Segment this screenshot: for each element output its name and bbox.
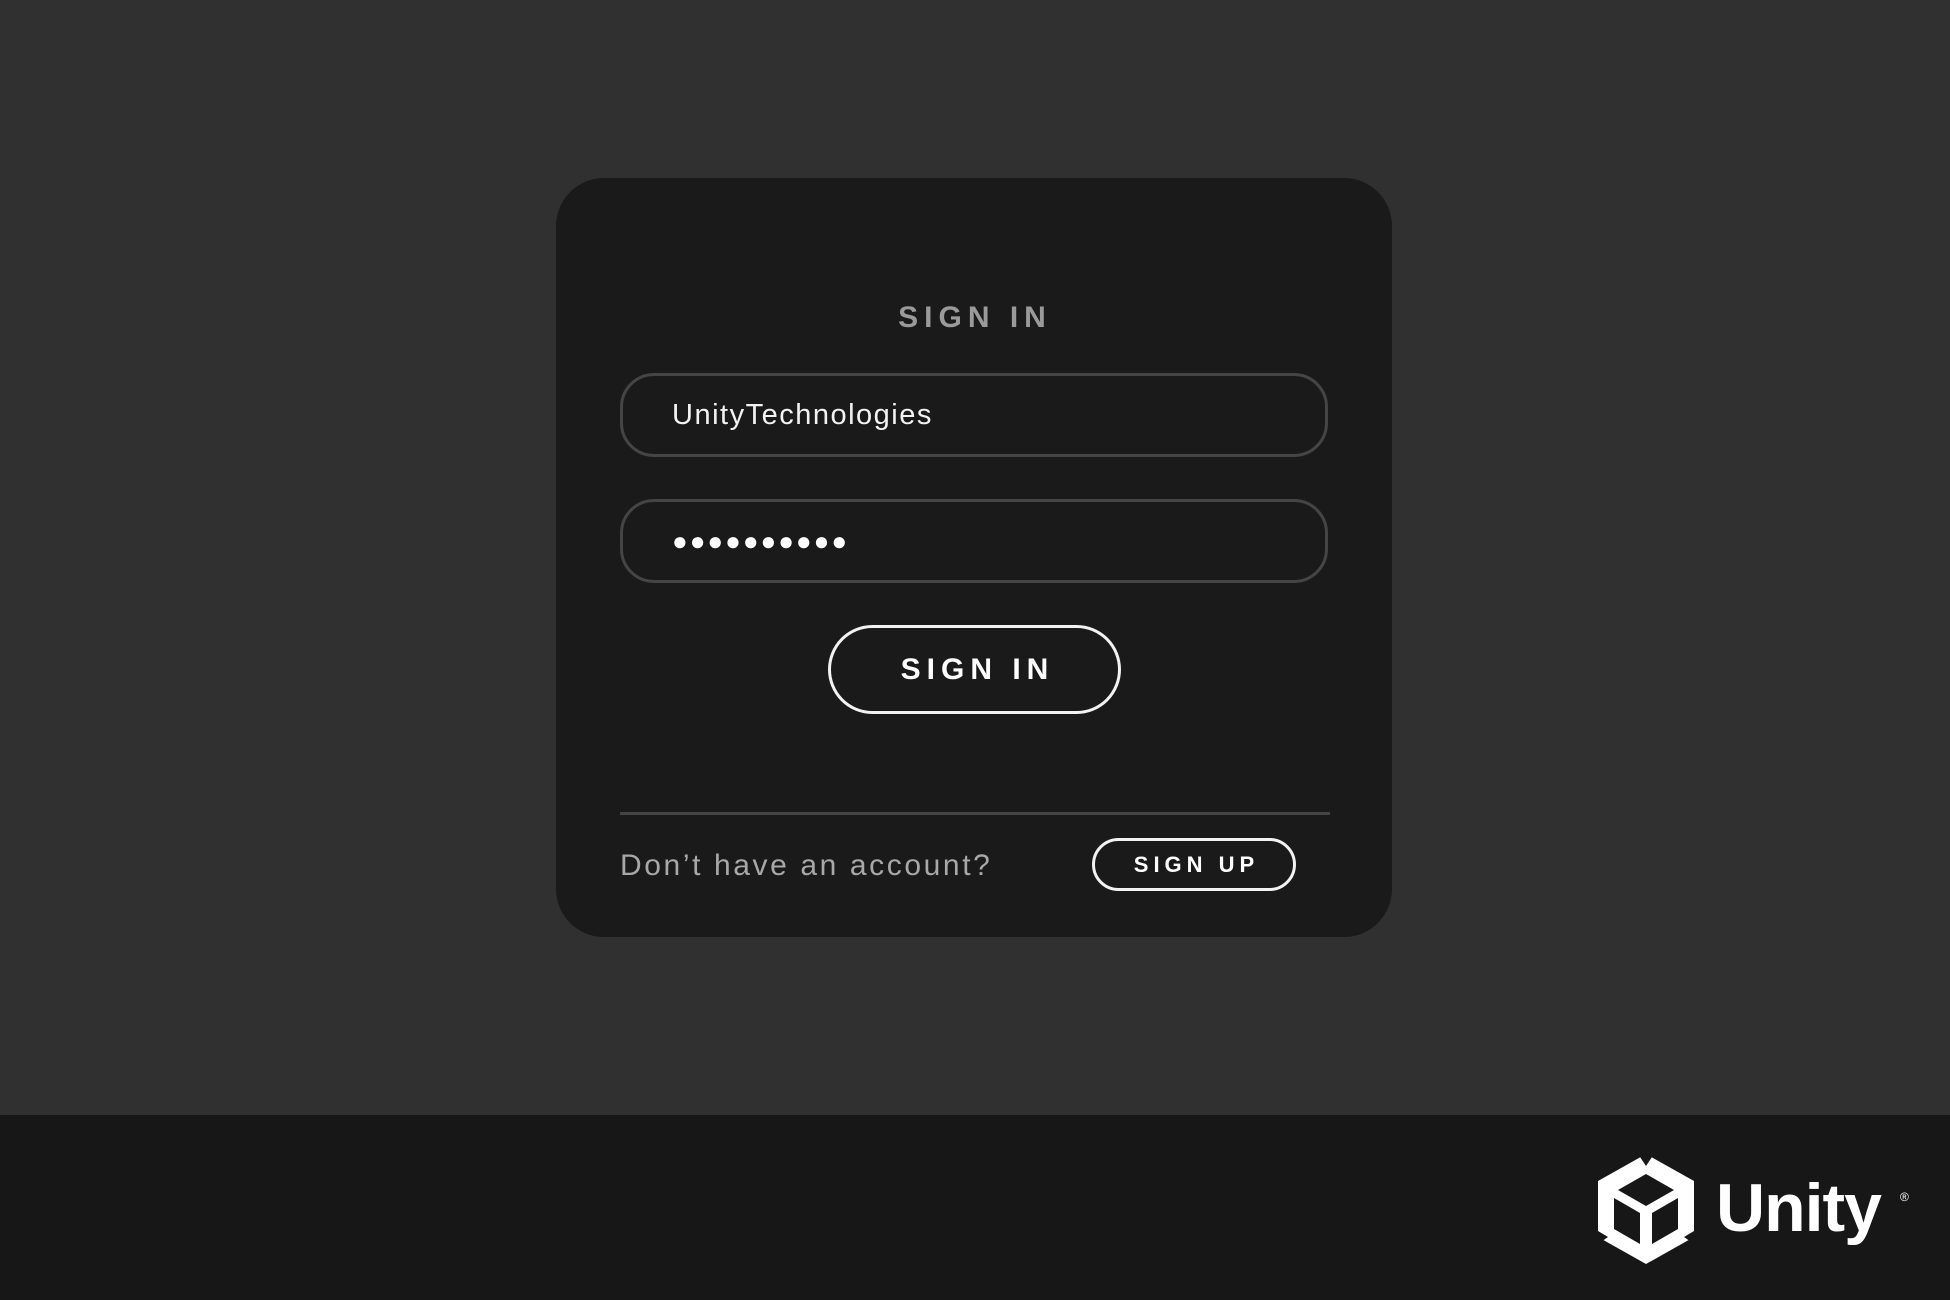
unity-wordmark: Unity	[1716, 1170, 1882, 1246]
username-value: UnityTechnologies	[672, 399, 933, 431]
sign-in-title: SIGN IN	[898, 301, 1052, 334]
sign-in-screen: SIGN IN UnityTechnologies ●●●●●●●●●● SIG…	[0, 0, 1950, 1300]
sign-up-button[interactable]: SIGN UP	[1092, 838, 1296, 891]
password-input[interactable]: ●●●●●●●●●●	[620, 499, 1328, 583]
sign-in-button[interactable]: SIGN IN	[828, 625, 1121, 714]
no-account-prompt: Don’t have an account?	[620, 849, 993, 882]
registered-mark: ®	[1900, 1190, 1909, 1204]
unity-logo: Unity ®	[1596, 1152, 1916, 1266]
password-value: ●●●●●●●●●●	[672, 526, 850, 556]
unity-cube-icon	[1598, 1154, 1694, 1264]
username-input[interactable]: UnityTechnologies	[620, 373, 1328, 457]
divider	[620, 812, 1330, 815]
